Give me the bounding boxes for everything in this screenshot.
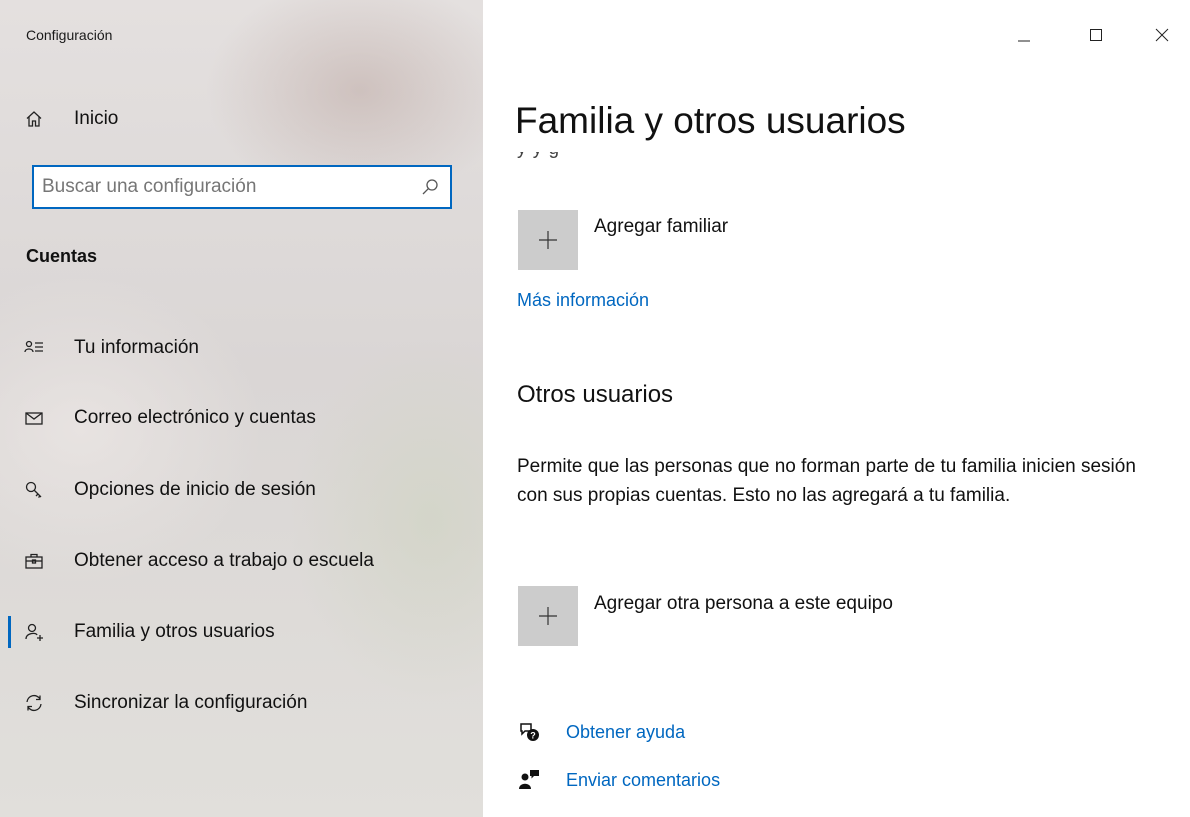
mail-icon xyxy=(22,406,46,430)
sidebar-item-home[interactable]: Inicio xyxy=(0,99,483,139)
get-help-row[interactable]: ? Obtener ayuda xyxy=(518,721,685,743)
other-users-description: Permite que las personas que no forman p… xyxy=(517,456,1136,506)
help-chat-icon: ? xyxy=(520,723,539,741)
sidebar-item-label: Tu información xyxy=(74,337,199,358)
app-title: Configuración xyxy=(26,27,113,43)
minimize-button[interactable] xyxy=(1002,20,1046,50)
section-label: Cuentas xyxy=(26,246,98,266)
add-family-label[interactable]: Agregar familiar xyxy=(594,216,728,238)
briefcase-icon xyxy=(22,549,46,573)
sidebar-item-family[interactable]: Familia y otros usuarios xyxy=(0,612,483,652)
send-feedback-row[interactable]: Enviar comentarios xyxy=(518,769,720,791)
send-feedback-link[interactable]: Enviar comentarios xyxy=(566,770,720,791)
search-box[interactable] xyxy=(32,165,452,209)
home-icon xyxy=(22,107,46,131)
feedback-icon xyxy=(519,770,539,789)
add-other-person-label[interactable]: Agregar otra persona a este equipo xyxy=(594,593,893,615)
plus-icon xyxy=(539,231,557,249)
maximize-icon xyxy=(1090,29,1102,41)
sidebar-item-label: Correo electrónico y cuentas xyxy=(74,407,316,428)
search-icon xyxy=(422,179,438,195)
sidebar-item-label: Inicio xyxy=(74,108,119,129)
sidebar-item-email[interactable]: Correo electrónico y cuentas xyxy=(0,398,483,438)
sidebar-item-sign-in[interactable]: Opciones de inicio de sesión xyxy=(0,470,483,510)
close-button[interactable] xyxy=(1140,20,1184,50)
sidebar-item-sync[interactable]: Sincronizar la configuración xyxy=(0,683,483,723)
plus-icon xyxy=(539,607,557,625)
sidebar-item-label: Obtener acceso a trabajo o escuela xyxy=(74,550,374,571)
sidebar-item-work-school[interactable]: Obtener acceso a trabajo o escuela xyxy=(0,541,483,581)
add-family-button[interactable] xyxy=(518,210,578,270)
contact-info-icon xyxy=(22,336,46,360)
add-other-person-button[interactable] xyxy=(518,586,578,646)
page-title: Familia y otros usuarios xyxy=(515,100,906,141)
maximize-button[interactable] xyxy=(1074,20,1118,50)
sidebar-item-label: Opciones de inicio de sesión xyxy=(74,479,316,500)
scrolled-text: y y g xyxy=(517,152,560,160)
sidebar-item-label: Sincronizar la configuración xyxy=(74,692,308,713)
svg-text:?: ? xyxy=(530,731,536,741)
other-users-heading: Otros usuarios xyxy=(517,381,674,408)
key-icon xyxy=(22,478,46,502)
close-icon xyxy=(1155,28,1169,42)
sidebar: Configuración Inicio Cuentas Tu informac… xyxy=(0,0,483,817)
minimize-icon xyxy=(1018,40,1030,42)
sync-icon xyxy=(22,691,46,715)
search-input[interactable] xyxy=(34,167,420,207)
get-help-link[interactable]: Obtener ayuda xyxy=(566,722,685,743)
scrolled-text-fragment: y y g xyxy=(517,152,817,166)
more-info-link[interactable]: Más información xyxy=(517,290,649,311)
add-person-icon xyxy=(22,620,46,644)
sidebar-item-label: Familia y otros usuarios xyxy=(74,621,275,642)
sidebar-item-your-info[interactable]: Tu información xyxy=(0,328,483,368)
